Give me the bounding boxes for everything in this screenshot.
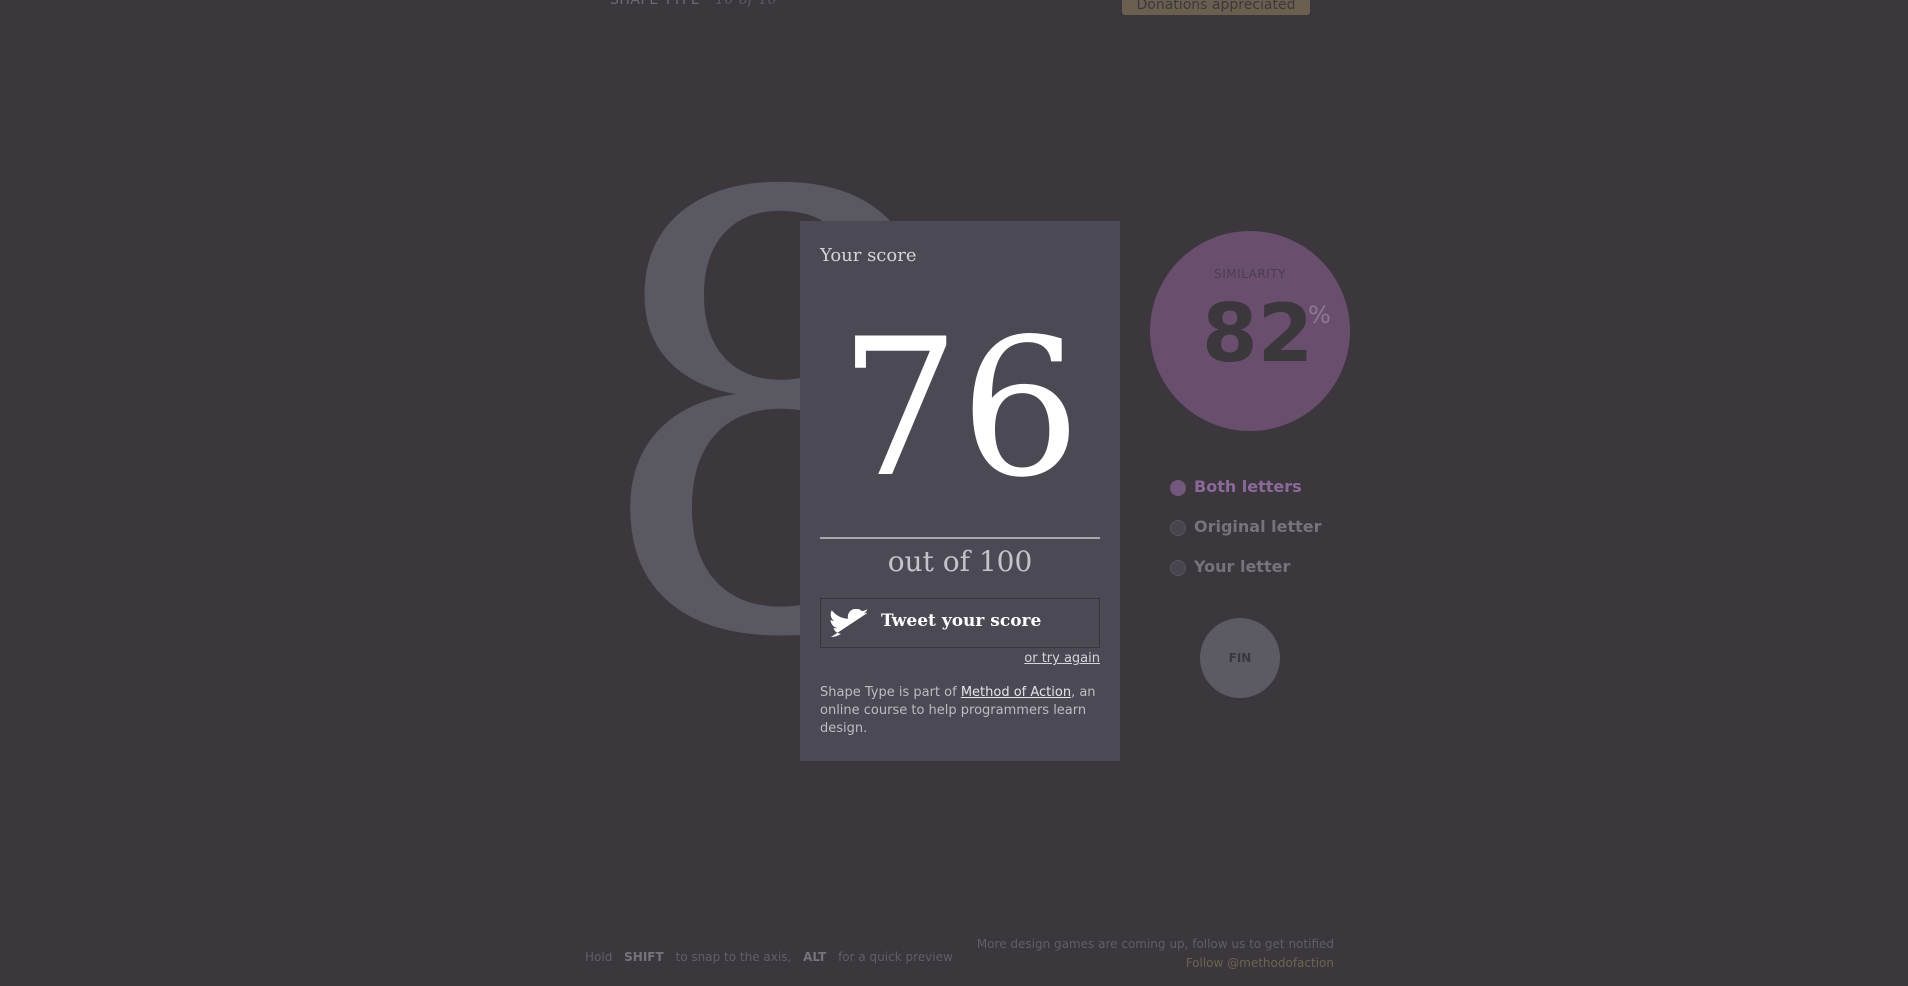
score-value: 76 <box>839 298 1081 519</box>
alt-key: ALT <box>803 950 827 964</box>
similarity-label: SIMILARITY <box>1214 267 1286 281</box>
similarity-unit: % <box>1308 301 1331 329</box>
radio-dot-icon <box>1170 480 1186 496</box>
score-out-of: out of 100 <box>887 545 1033 578</box>
donate-button[interactable]: Donations appreciated <box>1122 0 1310 15</box>
about-prefix: Shape Type is part of <box>820 685 961 700</box>
similarity-value: 82 <box>1202 287 1314 380</box>
keyboard-hint: Hold SHIFT to snap to the axis, ALT for … <box>585 950 953 964</box>
about-text: Shape Type is part of Method of Action, … <box>820 684 1100 738</box>
follow-link[interactable]: Follow @methodofaction <box>977 954 1334 973</box>
method-of-action-link[interactable]: Method of Action <box>961 685 1071 700</box>
score-label: Your score <box>820 245 917 266</box>
view-option-label: Your letter <box>1194 557 1291 576</box>
try-again-link[interactable]: or try again <box>1024 651 1100 666</box>
tweet-label: Tweet your score <box>881 611 1042 631</box>
hint-hold: Hold <box>585 950 613 964</box>
radio-dot-icon <box>1170 560 1186 576</box>
fin-button[interactable]: FIN <box>1200 618 1280 698</box>
tweet-score-button[interactable]: Tweet your score <box>820 598 1100 648</box>
radio-dot-icon <box>1170 520 1186 536</box>
more-games-text: More design games are coming up, follow … <box>976 937 1334 951</box>
view-option-label: Original letter <box>1194 517 1322 536</box>
progress-counter: 10 of 10 <box>715 0 778 8</box>
score-divider <box>820 537 1100 539</box>
follow-notice: More design games are coming up, follow … <box>977 935 1334 973</box>
twitter-bird-icon <box>830 609 867 637</box>
hint-axis: to snap to the axis, <box>675 950 792 964</box>
similarity-badge: SIMILARITY 82 % <box>1150 231 1350 431</box>
shift-key: SHIFT <box>624 950 664 964</box>
app-title-text: SHAPE TYPE <box>610 0 701 8</box>
hint-preview: for a quick preview <box>838 950 953 964</box>
view-option-label: Both letters <box>1194 477 1302 496</box>
score-card: Your score 76 out of 100 Tweet your scor… <box>800 221 1120 761</box>
app-title: SHAPE TYPE 10 of 10 <box>610 0 777 8</box>
